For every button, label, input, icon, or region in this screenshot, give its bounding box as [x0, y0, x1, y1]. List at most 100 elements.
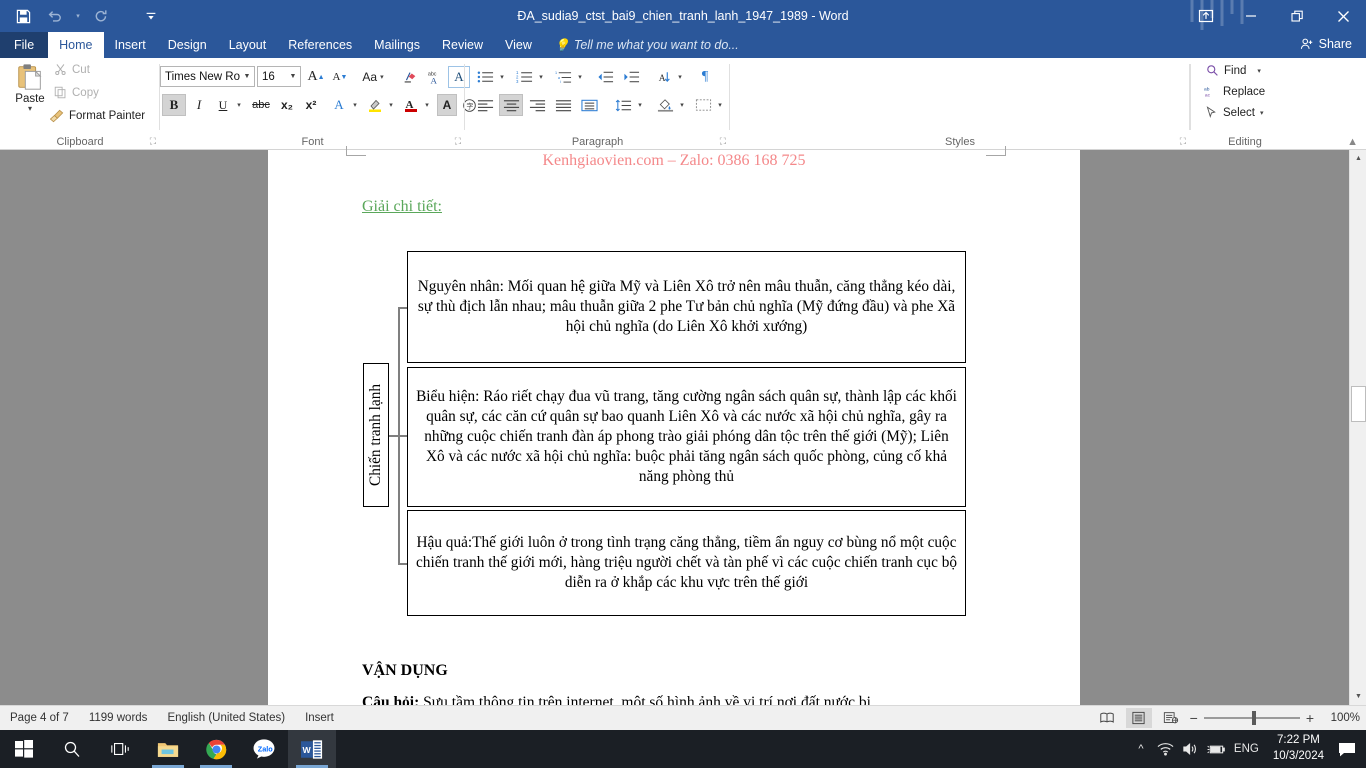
collapse-ribbon-button[interactable]: ▲ — [1347, 136, 1358, 148]
replace-button[interactable]: ab ac Replace — [1204, 85, 1265, 99]
status-word-count[interactable]: 1199 words — [79, 712, 158, 724]
zoom-level[interactable]: 100% — [1320, 712, 1360, 724]
line-spacing-dropdown[interactable]: ▾ — [634, 94, 646, 116]
search-icon[interactable] — [48, 730, 96, 768]
copy-button[interactable]: Copy — [54, 86, 99, 99]
paste-button[interactable]: Paste ▾ — [6, 62, 54, 128]
zoom-track[interactable] — [1203, 711, 1300, 725]
minimize-button[interactable] — [1228, 0, 1274, 32]
web-layout-icon[interactable] — [1158, 708, 1184, 728]
grow-font-button[interactable]: A ▲ — [305, 66, 327, 88]
diagram-box-bieu-hien[interactable]: Biểu hiện: Ráo riết chạy đua vũ trang, t… — [407, 367, 966, 507]
underline-button[interactable]: U — [212, 94, 234, 116]
show-hidden-icons-chevron-icon[interactable]: ^ — [1129, 730, 1153, 768]
underline-options-button[interactable]: ▾ — [233, 94, 245, 116]
tab-review[interactable]: Review — [431, 32, 494, 58]
tab-view[interactable]: View — [494, 32, 543, 58]
font-dialog-launcher[interactable]: ⛶ — [455, 136, 461, 147]
italic-button[interactable]: I — [188, 94, 210, 116]
text-effects-dropdown[interactable]: ▾ — [349, 94, 361, 116]
read-mode-icon[interactable] — [1094, 708, 1120, 728]
justify-button[interactable] — [551, 94, 575, 116]
strikethrough-button[interactable]: abc — [248, 94, 274, 116]
subscript-button[interactable]: x₂ — [276, 94, 298, 116]
notifications-icon[interactable] — [1334, 730, 1366, 768]
chevron-down-icon[interactable]: ▼ — [240, 67, 254, 86]
spelling-check-button[interactable]: abc A — [424, 66, 446, 88]
sort-button[interactable]: A — [651, 66, 675, 88]
bold-button[interactable]: B — [162, 94, 186, 116]
borders-dropdown[interactable]: ▾ — [714, 94, 726, 116]
highlight-dropdown[interactable]: ▾ — [385, 94, 397, 116]
cut-button[interactable]: Cut — [54, 63, 90, 76]
tell-me-box[interactable]: 💡 Tell me what you want to do... — [543, 32, 739, 58]
status-language[interactable]: English (United States) — [157, 712, 295, 724]
shading-dropdown[interactable]: ▾ — [676, 94, 688, 116]
zoom-slider[interactable]: − + — [1190, 710, 1314, 726]
align-left-button[interactable] — [473, 94, 497, 116]
scroll-up-icon[interactable]: ▲ — [1350, 150, 1366, 167]
format-painter-button[interactable]: Format Painter — [50, 109, 145, 123]
diagram-box-hau-qua[interactable]: Hậu quả:Thế giới luôn ở trong tình trạng… — [407, 510, 966, 616]
file-explorer-icon[interactable] — [144, 730, 192, 768]
zoom-thumb[interactable] — [1251, 711, 1256, 725]
task-view-icon[interactable] — [96, 730, 144, 768]
change-case-button[interactable]: Aa ▾ — [358, 66, 388, 88]
find-button[interactable]: Find ▾ — [1206, 64, 1261, 77]
increase-indent-button[interactable] — [619, 66, 643, 88]
tab-insert[interactable]: Insert — [104, 32, 157, 58]
chevron-down-icon[interactable]: ▾ — [72, 3, 84, 29]
save-icon[interactable] — [8, 3, 38, 29]
ribbon-display-options-icon[interactable] — [1184, 0, 1228, 32]
close-button[interactable] — [1320, 0, 1366, 32]
tab-mailings[interactable]: Mailings — [363, 32, 431, 58]
text-effects-gallery-button[interactable]: A — [328, 94, 350, 116]
font-color-dropdown[interactable]: ▾ — [421, 94, 433, 116]
multilevel-list-button[interactable]: 1 a i — [551, 66, 575, 88]
clear-formatting-button[interactable] — [398, 66, 422, 88]
zoom-in-button[interactable]: + — [1306, 710, 1314, 726]
line-spacing-button[interactable] — [611, 94, 635, 116]
customize-qat-icon[interactable] — [136, 3, 166, 29]
align-center-button[interactable] — [499, 94, 523, 116]
vertical-scrollbar[interactable]: ▲ ▼ — [1349, 150, 1366, 705]
highlight-color-button[interactable] — [364, 94, 386, 116]
chevron-down-icon[interactable]: ▾ — [28, 105, 32, 113]
tab-home[interactable]: Home — [48, 32, 104, 58]
status-insert-mode[interactable]: Insert — [295, 712, 344, 724]
shading-button[interactable] — [653, 94, 677, 116]
start-button[interactable] — [0, 730, 48, 768]
bullets-button[interactable] — [473, 66, 497, 88]
chevron-down-icon[interactable]: ▼ — [286, 67, 300, 86]
document-canvas[interactable]: Kenhgiaovien.com – Zalo: 0386 168 725 Gi… — [0, 146, 1366, 711]
battery-icon[interactable] — [1203, 730, 1230, 768]
font-color-button[interactable]: A — [400, 94, 422, 116]
volume-icon[interactable] — [1178, 730, 1203, 768]
decrease-indent-button[interactable] — [593, 66, 617, 88]
status-page[interactable]: Page 4 of 7 — [0, 712, 79, 724]
chevron-down-icon[interactable]: ▾ — [1257, 67, 1261, 75]
scrollbar-thumb[interactable] — [1351, 386, 1366, 422]
chevron-down-icon[interactable]: ▾ — [1260, 109, 1264, 117]
align-right-button[interactable] — [525, 94, 549, 116]
document-page[interactable]: Kenhgiaovien.com – Zalo: 0386 168 725 Gi… — [268, 146, 1080, 711]
redo-icon[interactable] — [86, 3, 116, 29]
multilevel-dropdown[interactable]: ▾ — [574, 66, 586, 88]
print-layout-icon[interactable] — [1125, 708, 1152, 728]
tab-layout[interactable]: Layout — [218, 32, 278, 58]
superscript-button[interactable]: x² — [300, 94, 322, 116]
chrome-icon[interactable] — [192, 730, 240, 768]
restore-button[interactable] — [1274, 0, 1320, 32]
clipboard-dialog-launcher[interactable]: ⛶ — [150, 136, 156, 147]
zalo-icon[interactable]: Zalo — [240, 730, 288, 768]
font-size-box[interactable]: 16 ▼ — [257, 66, 301, 87]
language-indicator[interactable]: ENG — [1230, 730, 1263, 768]
borders-button[interactable] — [691, 94, 715, 116]
sort-dropdown[interactable]: ▾ — [674, 66, 686, 88]
show-formatting-marks-button[interactable]: ¶ — [693, 66, 717, 88]
paragraph-dialog-launcher[interactable]: ⛶ — [720, 136, 726, 147]
bullets-dropdown[interactable]: ▾ — [496, 66, 508, 88]
distributed-button[interactable] — [577, 94, 601, 116]
tab-file[interactable]: File — [0, 32, 49, 58]
share-button[interactable]: Share — [1292, 34, 1360, 54]
